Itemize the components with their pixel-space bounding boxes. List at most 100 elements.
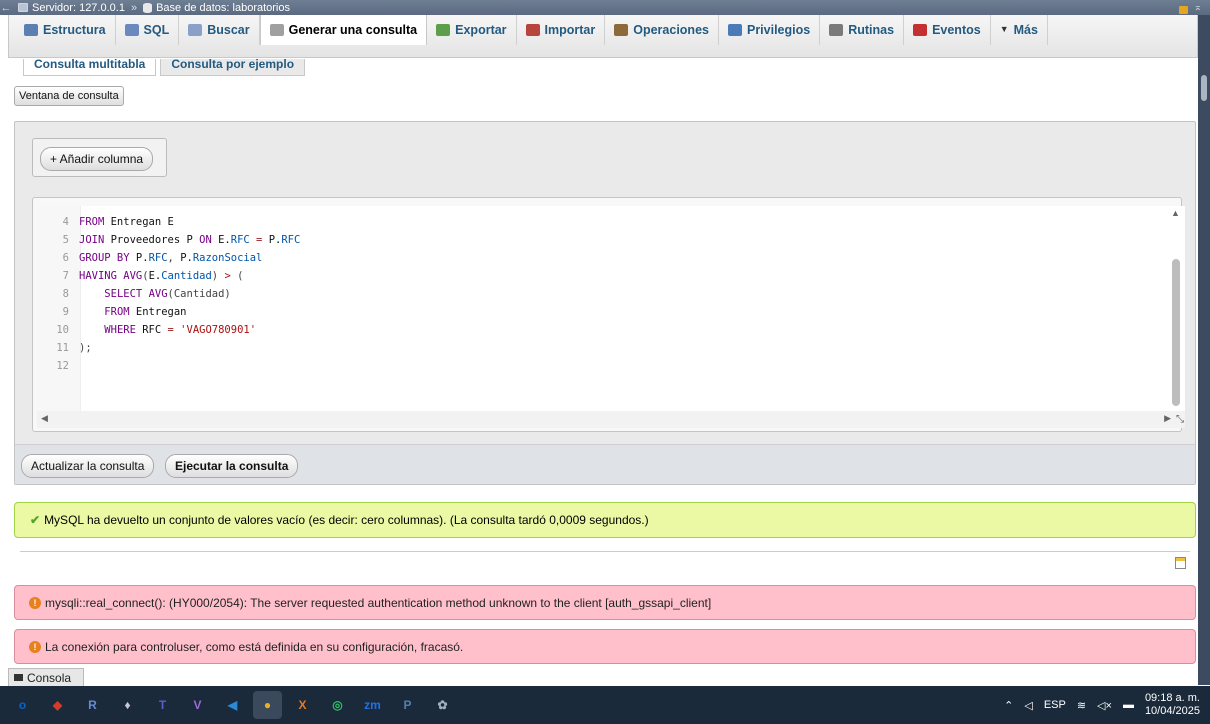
wifi-icon[interactable]: ≋: [1077, 699, 1086, 712]
code-token: RazonSocial: [192, 252, 263, 264]
chrome-icon[interactable]: ●: [253, 691, 282, 719]
code-text: SELECT AVG(Cantidad): [75, 285, 230, 303]
xampp-icon[interactable]: X: [288, 691, 317, 719]
code-text: FROM Entregan E: [75, 213, 174, 231]
breadcrumb-server[interactable]: Servidor: 127.0.0.1: [18, 2, 125, 14]
code-line[interactable]: 9 FROM Entregan: [37, 303, 300, 321]
acrobat-icon[interactable]: ◆: [43, 691, 72, 719]
tab-sql[interactable]: SQL: [116, 15, 180, 45]
tab-export[interactable]: Exportar: [427, 15, 517, 45]
system-tray: ⌃ ◁ ESP ≋ ◁× ▬ 09:18 a. m. 10/04/2025: [1004, 686, 1200, 724]
sql-editor[interactable]: 4 FROM Entregan E 5 JOIN Proveedores P ON E…: [37, 206, 1185, 428]
code-token: =: [161, 324, 181, 336]
code-line[interactable]: 4 FROM Entregan E: [37, 213, 300, 231]
add-column-button[interactable]: + Añadir columna: [40, 147, 154, 171]
line-number: 11: [56, 342, 69, 354]
pen-icon[interactable]: ◁: [1024, 699, 1032, 712]
tab-label: Más: [1013, 23, 1038, 37]
language-indicator[interactable]: ESP: [1044, 699, 1066, 711]
tab-label: Operaciones: [633, 23, 709, 37]
zoom-icon[interactable]: zm: [358, 691, 387, 719]
tab-routines[interactable]: Rutinas: [820, 15, 905, 45]
postgres-icon[interactable]: P: [393, 691, 422, 719]
tab-privileges[interactable]: Privilegios: [719, 15, 821, 45]
tab-clock[interactable]: Eventos: [904, 15, 991, 45]
code-token: RFC: [230, 234, 250, 246]
collapse-icon[interactable]: ⌅: [1194, 2, 1202, 13]
document-icon[interactable]: [1175, 557, 1186, 569]
routines-icon: [829, 24, 844, 36]
scroll-left-icon[interactable]: ◀: [41, 413, 48, 424]
code-line[interactable]: 8 SELECT AVG(Cantidad): [37, 285, 300, 303]
clock[interactable]: 09:18 a. m. 10/04/2025: [1145, 692, 1200, 718]
export-icon: [436, 24, 451, 36]
editor-scroll-thumb[interactable]: [1172, 259, 1180, 406]
code-text: );: [75, 339, 92, 357]
scroll-right-icon[interactable]: ▶: [1164, 413, 1171, 424]
rocket-icon[interactable]: ♦: [113, 691, 142, 719]
teams-icon[interactable]: T: [148, 691, 177, 719]
tab-structure[interactable]: Estructura: [15, 15, 116, 45]
breadcrumb-database[interactable]: Base de datos: laboratorios: [143, 2, 290, 14]
editor-vertical-scrollbar[interactable]: ▲: [1170, 206, 1182, 411]
chevron-up-icon[interactable]: ⌃: [1004, 699, 1013, 712]
breadcrumb-server-label[interactable]: Servidor: 127.0.0.1: [32, 2, 125, 14]
tab-list: Estructura SQL Buscar Generar una consulta E…: [9, 15, 1197, 45]
update-query-button[interactable]: Actualizar la consulta: [21, 454, 155, 478]
tab-label: Exportar: [455, 23, 507, 37]
lock-icon: [1178, 5, 1188, 14]
add-column-box: + Añadir columna: [32, 138, 167, 177]
vs-icon[interactable]: V: [183, 691, 212, 719]
console-label: Consola: [27, 670, 72, 685]
subtab-multitable[interactable]: Consulta multitabla: [23, 59, 157, 76]
tab-label: Estructura: [43, 23, 106, 37]
outlook-icon[interactable]: o: [8, 691, 37, 719]
check-icon: ✔: [30, 513, 41, 527]
tab-wrench[interactable]: Operaciones: [605, 15, 719, 45]
code-token: Entregan: [135, 306, 187, 318]
page-scrollbar[interactable]: [1198, 15, 1210, 685]
tab-import[interactable]: Importar: [517, 15, 606, 45]
execute-query-button[interactable]: Ejecutar la consulta: [165, 454, 299, 478]
code-line[interactable]: 11);: [37, 339, 300, 357]
back-arrow-icon[interactable]: ←: [0, 2, 12, 14]
subtab-by-example[interactable]: Consulta por ejemplo: [160, 59, 306, 76]
error-icon: !: [29, 596, 41, 609]
code-token: 'VAGO780901': [180, 324, 257, 336]
line-number: 10: [56, 324, 69, 336]
console-tab[interactable]: Consola: [8, 668, 84, 686]
code-line[interactable]: 6 GROUP BY P.RFC, P.RazonSocial: [37, 249, 300, 267]
code-line[interactable]: 12: [37, 357, 300, 375]
code-line[interactable]: 5 JOIN Proveedores P ON E.RFC = P.RFC: [37, 231, 301, 249]
whatsapp-icon[interactable]: ◎: [323, 691, 352, 719]
settings-icon[interactable]: ✿: [428, 691, 457, 719]
scroll-up-icon[interactable]: ▲: [1171, 208, 1180, 218]
tab-query[interactable]: Generar una consulta: [259, 15, 428, 45]
code-line[interactable]: 10 WHERE RFC = 'VAGO780901': [37, 321, 300, 339]
r-icon[interactable]: R: [78, 691, 107, 719]
battery-icon[interactable]: ▬: [1123, 699, 1134, 711]
console-icon: [14, 674, 23, 681]
line-number: 9: [62, 306, 69, 318]
vscode-icon[interactable]: ◀: [218, 691, 247, 719]
chevron-down-icon: ▼: [999, 24, 1009, 34]
code-text: GROUP BY P.RFC, P.RazonSocial: [75, 249, 262, 267]
error-message-2: ! La conexión para controluser, como est…: [14, 629, 1196, 664]
query-window-button[interactable]: Ventana de consulta: [14, 86, 124, 106]
breadcrumb-database-label[interactable]: Base de datos: laboratorios: [156, 2, 290, 14]
editor-horizontal-scrollbar[interactable]: ◀ ▶ ⤡: [37, 411, 1185, 428]
page-scrollbar-thumb[interactable]: [1201, 75, 1207, 101]
code-line[interactable]: 7 HAVING AVG(E.Cantidad) > (: [37, 267, 300, 285]
code-token: ): [211, 270, 225, 282]
sql-code[interactable]: 4 FROM Entregan E 5 JOIN Proveedores P ON E…: [37, 213, 300, 375]
taskbar-apps: o ◆ R ♦ T V ◀ ● X ◎ zm P ✿: [0, 691, 463, 719]
speaker-icon[interactable]: ◁×: [1097, 699, 1112, 712]
tab-search[interactable]: Buscar: [179, 15, 260, 45]
tab-label: Eventos: [932, 23, 981, 37]
tab-chevron-down[interactable]: ▼ Más: [991, 15, 1048, 45]
code-token: E.: [218, 234, 231, 246]
breadcrumb-separator: »: [130, 1, 138, 14]
resize-handle-icon[interactable]: ⤡: [1176, 414, 1184, 425]
